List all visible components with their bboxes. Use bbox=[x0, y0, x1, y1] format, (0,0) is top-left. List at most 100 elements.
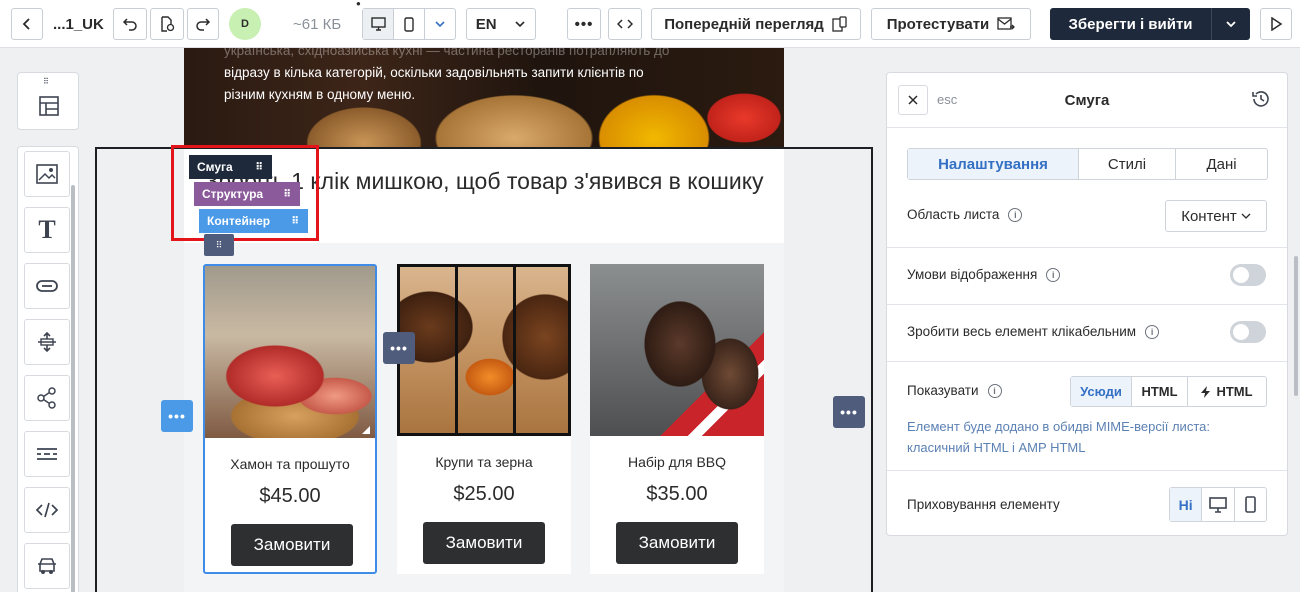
button-icon bbox=[36, 280, 58, 292]
info-icon[interactable]: i bbox=[1145, 324, 1160, 339]
product-image-bbq[interactable] bbox=[590, 264, 764, 436]
stripe-options-button[interactable]: ••• bbox=[833, 396, 865, 428]
language-select[interactable]: EN bbox=[466, 8, 536, 40]
resize-corner-icon[interactable] bbox=[362, 426, 370, 434]
info-icon[interactable]: i bbox=[1046, 267, 1061, 282]
chevron-down-icon bbox=[1241, 213, 1251, 219]
save-options-button[interactable] bbox=[1212, 8, 1250, 40]
tab-settings[interactable]: Налаштування bbox=[908, 149, 1079, 179]
page-scrollbar[interactable] bbox=[1294, 256, 1298, 396]
device-dropdown-button[interactable] bbox=[425, 9, 455, 39]
code-icon bbox=[36, 502, 58, 518]
image-icon bbox=[36, 164, 58, 184]
sheet-area-select[interactable]: Контент bbox=[1165, 200, 1267, 232]
product-image-ham[interactable] bbox=[205, 266, 375, 438]
version-history-button[interactable] bbox=[150, 8, 184, 40]
panel-header: esc Смуга bbox=[887, 73, 1287, 128]
file-clock-icon bbox=[161, 16, 175, 32]
redo-icon bbox=[196, 18, 211, 31]
product-card[interactable]: Крупи та зерна $25.00 Замовити bbox=[397, 264, 571, 574]
play-icon bbox=[1271, 17, 1283, 31]
product-card[interactable]: Набір для BBQ $35.00 Замовити bbox=[590, 264, 764, 574]
hide-desktop-option[interactable] bbox=[1202, 488, 1235, 521]
tool-product[interactable] bbox=[24, 543, 70, 589]
test-button[interactable]: Протестувати bbox=[871, 8, 1031, 40]
show-amp-html-option[interactable]: HTML bbox=[1188, 377, 1266, 406]
drag-grip-icon: ⠿ bbox=[43, 77, 50, 86]
tool-social[interactable] bbox=[24, 375, 70, 421]
tab-data[interactable]: Дані bbox=[1176, 149, 1267, 179]
text-icon: T bbox=[38, 215, 56, 244]
display-conditions-toggle[interactable] bbox=[1230, 264, 1266, 286]
sheet-area-value: Контент bbox=[1181, 207, 1237, 225]
settings-panel: esc Смуга Налаштування Стилі Дані Област… bbox=[886, 72, 1288, 536]
display-conditions-label: Умови відображення bbox=[907, 267, 1038, 282]
info-icon[interactable]: i bbox=[1008, 207, 1023, 222]
more-options-button[interactable]: ••• bbox=[567, 8, 601, 40]
highlight-box bbox=[171, 145, 319, 241]
play-button[interactable] bbox=[1260, 8, 1292, 40]
order-button[interactable]: Замовити bbox=[616, 522, 738, 564]
hero-text-line: українська, східноазійська кухні — части… bbox=[224, 48, 670, 58]
preview-button[interactable]: Попередній перегляд bbox=[651, 8, 861, 40]
product-price: $25.00 bbox=[453, 483, 515, 505]
hide-element-control: Ні bbox=[1169, 487, 1267, 522]
tool-divider[interactable] bbox=[24, 431, 70, 477]
lightning-icon bbox=[1201, 385, 1211, 398]
display-conditions-row: Умови відображення i bbox=[907, 267, 1061, 282]
show-html-option[interactable]: HTML bbox=[1132, 377, 1188, 406]
tool-html[interactable] bbox=[24, 487, 70, 533]
tool-spacer[interactable] bbox=[24, 319, 70, 365]
test-label: Протестувати bbox=[886, 15, 990, 33]
container-options-button[interactable]: ••• bbox=[161, 400, 193, 432]
language-value: EN bbox=[475, 15, 497, 33]
history-icon bbox=[1252, 91, 1269, 107]
product-image-grains[interactable] bbox=[397, 264, 571, 436]
document-name: ...1_UK bbox=[53, 15, 104, 33]
product-card[interactable]: Хамон та прошуто $45.00 Замовити bbox=[203, 264, 377, 574]
clickable-label: Зробити весь елемент клікабельним bbox=[907, 324, 1137, 339]
preview-icon bbox=[832, 16, 847, 32]
user-avatar[interactable]: D bbox=[229, 8, 261, 40]
desktop-view-button[interactable] bbox=[363, 9, 394, 39]
mobile-icon bbox=[1245, 496, 1256, 513]
order-button[interactable]: Замовити bbox=[423, 522, 545, 564]
mobile-view-button[interactable] bbox=[394, 9, 425, 39]
show-everywhere-option[interactable]: Усюди bbox=[1071, 377, 1132, 406]
chevron-down-icon bbox=[1226, 21, 1236, 28]
code-icon bbox=[617, 19, 633, 29]
show-label: Показувати bbox=[907, 383, 979, 398]
divider bbox=[887, 304, 1287, 305]
tool-button[interactable] bbox=[24, 263, 70, 309]
info-icon[interactable]: i bbox=[987, 383, 1002, 398]
rail-scrollbar[interactable] bbox=[71, 185, 75, 592]
mobile-icon bbox=[404, 16, 414, 32]
redo-button[interactable] bbox=[187, 8, 219, 40]
code-view-button[interactable] bbox=[608, 8, 642, 40]
tab-styles[interactable]: Стилі bbox=[1079, 149, 1176, 179]
order-button[interactable]: Замовити bbox=[231, 524, 353, 566]
email-size: ~61 КБ bbox=[293, 15, 342, 33]
sheet-area-label: Область листа bbox=[907, 207, 1000, 222]
show-segmented-control: Усюди HTML HTML bbox=[1070, 376, 1267, 407]
hero-text: українська, східноазійська кухні — части… bbox=[224, 48, 684, 106]
product-name: Набір для BBQ bbox=[627, 454, 727, 470]
back-button[interactable] bbox=[11, 8, 43, 40]
tool-image[interactable] bbox=[24, 151, 70, 197]
hero-text-line: різним кухням в одному меню. bbox=[224, 87, 416, 102]
hero-banner-image[interactable]: українська, східноазійська кухні — части… bbox=[184, 48, 784, 148]
hide-none-option[interactable]: Ні bbox=[1170, 488, 1203, 521]
undo-button[interactable] bbox=[113, 8, 147, 40]
drag-grip-icon: ⠿ bbox=[215, 239, 223, 250]
hide-element-row: Приховування елементу bbox=[907, 497, 1060, 512]
clickable-toggle[interactable] bbox=[1230, 321, 1266, 343]
save-and-exit-button[interactable]: Зберегти і вийти bbox=[1050, 8, 1212, 40]
hide-mobile-option[interactable] bbox=[1235, 488, 1266, 521]
blocks-panel-toggle[interactable]: ⠿ bbox=[17, 72, 79, 130]
reset-button[interactable] bbox=[1251, 89, 1271, 114]
block-drag-handle[interactable]: ⠿ bbox=[204, 234, 234, 256]
tool-text[interactable]: T bbox=[24, 207, 70, 253]
undo-icon bbox=[122, 18, 137, 31]
panel-tabs: Налаштування Стилі Дані bbox=[907, 148, 1268, 180]
structure-options-button[interactable]: ••• bbox=[383, 332, 415, 364]
